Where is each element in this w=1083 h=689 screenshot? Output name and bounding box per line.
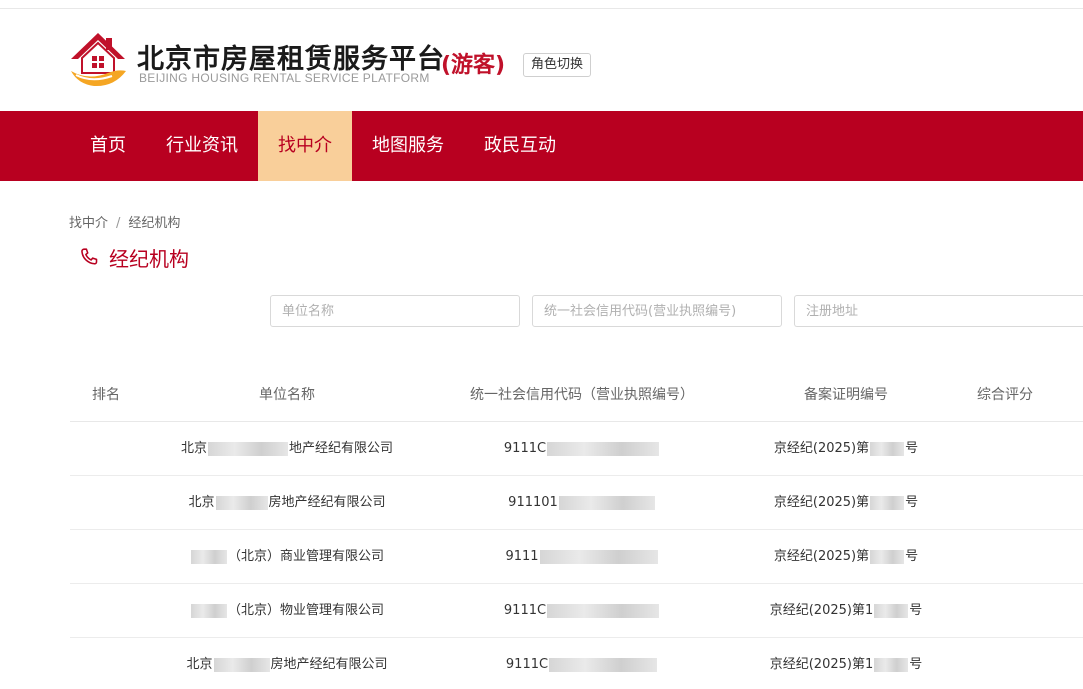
site-header: 北京市房屋租赁服务平台 BEIJING HOUSING RENTAL SERVI… xyxy=(0,9,1083,111)
name-suffix: 房地产经纪有限公司 xyxy=(270,657,388,672)
section-title: 经纪机构 xyxy=(78,244,189,271)
nav-item-home[interactable]: 首页 xyxy=(70,111,146,181)
main-nav: 首页 行业资讯 找中介 地图服务 政民互动 xyxy=(0,111,1083,181)
redaction-mask xyxy=(213,657,270,672)
registered-address-input[interactable] xyxy=(794,295,1083,327)
row-code: 9111C xyxy=(432,422,732,476)
row-rank xyxy=(70,422,142,476)
redaction-mask xyxy=(558,495,655,510)
redaction-mask xyxy=(549,657,658,672)
table-header: 排名 单位名称 统一社会信用代码（营业执照编号） 备案证明编号 综合评分 xyxy=(70,368,1083,422)
nav-item-map-service[interactable]: 地图服务 xyxy=(352,111,464,181)
redaction-mask xyxy=(870,549,905,564)
row-code: 9111C xyxy=(432,584,732,638)
row-rank xyxy=(70,476,142,530)
cert-prefix: 京经纪(2025)第 xyxy=(773,441,870,456)
row-rank xyxy=(70,530,142,584)
nav-item-interaction[interactable]: 政民互动 xyxy=(464,111,576,181)
redaction-mask xyxy=(874,657,909,672)
cert-suffix: 号 xyxy=(909,603,923,618)
redaction-mask xyxy=(870,495,905,510)
name-prefix: 北京 xyxy=(188,495,215,510)
redaction-mask xyxy=(539,549,658,564)
table-row[interactable]: 北京 房地产经纪有限公司 911101 京经纪(2025)第 号 xyxy=(70,476,1083,530)
breadcrumb-separator: / xyxy=(116,216,121,231)
row-score xyxy=(960,476,1050,530)
name-suffix: （北京）物业管理有限公司 xyxy=(227,603,384,618)
table-row[interactable]: （北京）物业管理有限公司 9111C 京经纪(2025)第1 号 xyxy=(70,584,1083,638)
header-score[interactable]: 综合评分 xyxy=(960,368,1050,422)
code-prefix: 9111C xyxy=(505,657,549,672)
credit-code-input[interactable] xyxy=(532,295,782,327)
row-score xyxy=(960,530,1050,584)
name-suffix: （北京）商业管理有限公司 xyxy=(227,549,384,564)
breadcrumb-current: 经纪机构 xyxy=(128,216,181,231)
code-prefix: 9111C xyxy=(503,441,547,456)
cert-prefix: 京经纪(2025)第 xyxy=(773,495,870,510)
row-score xyxy=(960,584,1050,638)
row-rank xyxy=(70,638,142,689)
row-name[interactable]: 北京 房地产经纪有限公司 xyxy=(142,476,432,530)
redaction-mask xyxy=(547,441,660,456)
table-row[interactable]: 北京 地产经纪有限公司 9111C 京经纪(2025)第 号 xyxy=(70,422,1083,476)
redaction-mask xyxy=(870,441,905,456)
code-prefix: 9111C xyxy=(503,603,547,618)
row-score xyxy=(960,638,1050,689)
row-cert: 京经纪(2025)第 号 xyxy=(732,422,960,476)
row-name[interactable]: （北京）商业管理有限公司 xyxy=(142,530,432,584)
row-score xyxy=(960,422,1050,476)
redaction-mask xyxy=(190,603,227,618)
cert-suffix: 号 xyxy=(909,657,923,672)
code-prefix: 9111 xyxy=(505,549,539,564)
unit-name-input[interactable] xyxy=(270,295,520,327)
header-code: 统一社会信用代码（营业执照编号） xyxy=(470,387,694,403)
nav-item-find-agency[interactable]: 找中介 xyxy=(258,111,352,181)
row-name[interactable]: （北京）物业管理有限公司 xyxy=(142,584,432,638)
cert-suffix: 号 xyxy=(905,441,919,456)
name-suffix: 地产经纪有限公司 xyxy=(289,441,394,456)
row-rank xyxy=(70,584,142,638)
redaction-mask xyxy=(874,603,909,618)
top-border xyxy=(0,0,1083,9)
name-prefix: 北京 xyxy=(186,657,213,672)
row-name[interactable]: 北京 房地产经纪有限公司 xyxy=(142,638,432,689)
nav-item-news[interactable]: 行业资讯 xyxy=(146,111,258,181)
row-code: 9111 xyxy=(432,530,732,584)
row-cert: 京经纪(2025)第1 号 xyxy=(732,584,960,638)
breadcrumb: 找中介 / 经纪机构 xyxy=(69,212,180,231)
house-logo-icon[interactable] xyxy=(68,31,128,89)
header-rank[interactable]: 排名 xyxy=(70,368,142,422)
row-name[interactable]: 北京 地产经纪有限公司 xyxy=(142,422,432,476)
redaction-mask xyxy=(208,441,288,456)
breadcrumb-parent[interactable]: 找中介 xyxy=(69,216,108,231)
phone-icon xyxy=(81,248,98,265)
cert-prefix: 京经纪(2025)第1 xyxy=(769,657,874,672)
row-cert: 京经纪(2025)第1 号 xyxy=(732,638,960,689)
table-row[interactable]: 北京 房地产经纪有限公司 9111C 京经纪(2025)第1 号 xyxy=(70,638,1083,689)
site-subtitle: BEIJING HOUSING RENTAL SERVICE PLATFORM xyxy=(139,71,430,85)
name-suffix: 房地产经纪有限公司 xyxy=(268,495,386,510)
name-prefix: 北京 xyxy=(180,441,207,456)
row-code: 911101 xyxy=(432,476,732,530)
cert-prefix: 京经纪(2025)第1 xyxy=(769,603,874,618)
cert-prefix: 京经纪(2025)第 xyxy=(773,549,870,564)
role-switch-button[interactable]: 角色切换 xyxy=(523,53,592,77)
role-label: (游客) xyxy=(441,53,506,78)
table-row[interactable]: （北京）商业管理有限公司 9111 京经纪(2025)第 号 xyxy=(70,530,1083,584)
header-name: 单位名称 xyxy=(259,387,315,403)
row-code: 9111C xyxy=(432,638,732,689)
row-cert: 京经纪(2025)第 号 xyxy=(732,530,960,584)
cert-suffix: 号 xyxy=(905,495,919,510)
agency-table: 排名 单位名称 统一社会信用代码（营业执照编号） 备案证明编号 综合评分 北京 地… xyxy=(70,368,1083,689)
header-cert: 备案证明编号 xyxy=(804,387,888,403)
cert-suffix: 号 xyxy=(905,549,919,564)
code-prefix: 911101 xyxy=(508,495,558,510)
redaction-mask xyxy=(190,549,227,564)
redaction-mask xyxy=(215,495,268,510)
row-cert: 京经纪(2025)第 号 xyxy=(732,476,960,530)
section-title-text: 经纪机构 xyxy=(109,246,189,271)
redaction-mask xyxy=(547,603,660,618)
